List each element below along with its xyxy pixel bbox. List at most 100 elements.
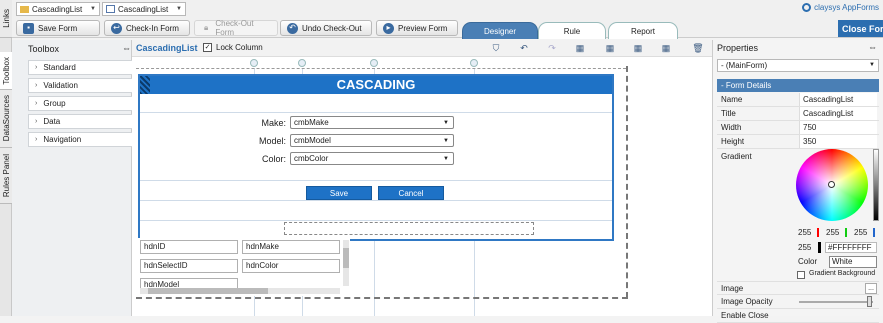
green-value[interactable]: 255: [826, 228, 848, 237]
tab-rule[interactable]: Rule: [538, 22, 606, 39]
close-form-button[interactable]: Close Form: [838, 20, 883, 37]
toolbox-item-validation[interactable]: › Validation: [28, 78, 142, 93]
grid-line: [140, 200, 612, 201]
hidden-field[interactable]: hdnColor: [242, 259, 340, 273]
gradient-background-checkbox[interactable]: [797, 271, 805, 279]
chevron-down-icon: ▼: [176, 6, 182, 12]
table-insert-row-icon[interactable]: ▦: [604, 43, 616, 54]
check-out-button[interactable]: 🔒︎ Check-Out Form: [194, 19, 278, 37]
table-delete-icon[interactable]: ▦: [660, 43, 672, 54]
browse-button[interactable]: ...: [865, 283, 877, 294]
toolbox-tab[interactable]: Toolbox: [0, 52, 12, 90]
prop-row-enable-close[interactable]: Enable Close: [717, 309, 879, 323]
column-handle[interactable]: [370, 59, 378, 67]
placeholder-cell[interactable]: [284, 222, 534, 235]
vertical-scrollbar[interactable]: [343, 240, 349, 286]
shield-icon[interactable]: ⛉: [490, 43, 502, 54]
chevron-right-icon: ›: [35, 136, 38, 143]
column-handle[interactable]: [250, 59, 258, 67]
pin-icon[interactable]: ⇔: [868, 42, 877, 52]
prop-row-height[interactable]: Height 350: [717, 135, 879, 149]
tab-designer[interactable]: Designer: [462, 22, 538, 39]
toolbox-item-group[interactable]: › Group: [28, 96, 142, 111]
table-insert-column-icon[interactable]: ▦: [632, 43, 644, 54]
collapse-icon: -: [721, 81, 724, 90]
preview-form-button[interactable]: ▸ Preview Form: [376, 20, 458, 36]
designer-toolbar: CascadingList ✓ Lock Column ⛉ ↶ ↷ ▦ ▦ ▦ …: [132, 40, 712, 57]
grid-line: [140, 112, 612, 113]
prop-row-image-opacity[interactable]: Image Opacity: [717, 295, 879, 309]
brand-logo: claysys AppForms: [802, 3, 879, 12]
trash-icon[interactable]: 🗑︎: [692, 43, 704, 54]
lock-column-checkbox[interactable]: ✓: [203, 43, 212, 52]
save-form-button[interactable]: ▪ Save Form: [16, 20, 100, 36]
form-details-section[interactable]: - Form Details: [717, 79, 879, 92]
red-value[interactable]: 255: [798, 228, 820, 237]
grid-line: [140, 220, 612, 221]
toolbox-title: Toolbox: [28, 44, 60, 54]
lock-icon: 🔒︎: [204, 23, 209, 32]
brightness-slider[interactable]: [873, 149, 879, 221]
object-select[interactable]: - (MainForm) ▼: [717, 59, 879, 72]
grid-line: [140, 180, 612, 181]
horizontal-scrollbar[interactable]: [140, 288, 340, 294]
toolbox-item-standard[interactable]: › Standard: [28, 60, 142, 75]
model-label: Model:: [258, 136, 286, 146]
hidden-field[interactable]: hdnID: [140, 240, 238, 254]
rules-panel-tab[interactable]: Rules Panel: [0, 148, 12, 204]
hidden-field[interactable]: hdnSelectID: [140, 259, 238, 273]
undo-icon[interactable]: ↶: [518, 43, 530, 54]
chevron-down-icon: ▼: [869, 62, 875, 68]
check-in-button[interactable]: ↩ Check-In Form: [104, 20, 190, 36]
form-list-dropdown[interactable]: CascadingList ▼: [16, 2, 100, 16]
chevron-right-icon: ›: [35, 118, 38, 125]
chevron-down-icon: ▼: [443, 138, 449, 144]
properties-panel: Properties ⇔ - (MainForm) ▼ - Form Detail…: [712, 40, 883, 323]
color-label: Color: [798, 257, 818, 266]
chevron-right-icon: ›: [35, 82, 38, 89]
datasources-tab[interactable]: DataSources: [0, 90, 12, 148]
prop-row-title[interactable]: Title CascadingList: [717, 107, 879, 121]
cancel-button[interactable]: Cancel: [378, 186, 444, 200]
gradient-background-label: Gradient Background: [809, 270, 876, 277]
model-select[interactable]: cmbModel ▼: [290, 134, 454, 147]
form-container[interactable]: CASCADING Make: cmbMake ▼ Model: cmbModel…: [138, 74, 614, 241]
opacity-slider-thumb[interactable]: [867, 296, 872, 307]
color-label: Color:: [261, 154, 286, 164]
prop-row-image[interactable]: Image...: [717, 281, 879, 295]
undo-icon: ↶: [287, 22, 298, 34]
drag-handle[interactable]: [140, 76, 150, 94]
toolbox-item-navigation[interactable]: › Navigation: [28, 132, 142, 147]
save-button[interactable]: Save: [306, 186, 372, 200]
tab-report[interactable]: Report: [608, 22, 678, 39]
prop-row-name[interactable]: Name CascadingList: [717, 93, 879, 107]
hidden-fields-area: hdnID hdnMake hdnSelectID hdnColor hdnMo…: [138, 238, 350, 296]
table-icon[interactable]: ▦: [574, 43, 586, 54]
make-select[interactable]: cmbMake ▼: [290, 116, 454, 129]
lock-column-label: Lock Column: [216, 43, 263, 52]
check-in-icon: ↩: [111, 22, 122, 34]
color-select[interactable]: cmbColor ▼: [290, 152, 454, 165]
blue-value[interactable]: 255: [854, 228, 876, 237]
hidden-field[interactable]: hdnMake: [242, 240, 340, 254]
toolbox-item-data[interactable]: › Data: [28, 114, 142, 129]
form-header: CASCADING: [140, 76, 612, 94]
pin-icon[interactable]: ⇔: [122, 43, 131, 53]
column-handle[interactable]: [470, 59, 478, 67]
undo-check-out-button[interactable]: ↶ Undo Check-Out: [280, 20, 372, 36]
hex-input[interactable]: #FFFFFFFF: [825, 242, 877, 253]
alpha-value[interactable]: 255: [798, 243, 811, 252]
links-tab[interactable]: Links: [0, 0, 12, 38]
opacity-slider[interactable]: [799, 301, 873, 303]
save-icon: ▪: [23, 22, 34, 34]
color-wheel[interactable]: [796, 149, 868, 221]
column-handle[interactable]: [298, 59, 306, 67]
chevron-down-icon: ▼: [443, 120, 449, 126]
toolbox-panel: Toolbox ⇔ › Standard › Validation › Group ›…: [12, 40, 142, 316]
prop-row-width[interactable]: Width 750: [717, 121, 879, 135]
color-name-input[interactable]: White: [829, 256, 877, 268]
color-picker-handle[interactable]: [828, 181, 835, 188]
toolbar: ▪ Save Form ↩ Check-In Form 🔒︎ Check-Out Fo…: [12, 18, 883, 38]
redo-icon[interactable]: ↷: [546, 43, 558, 54]
form-dropdown[interactable]: CascadingList ▼: [102, 2, 186, 16]
